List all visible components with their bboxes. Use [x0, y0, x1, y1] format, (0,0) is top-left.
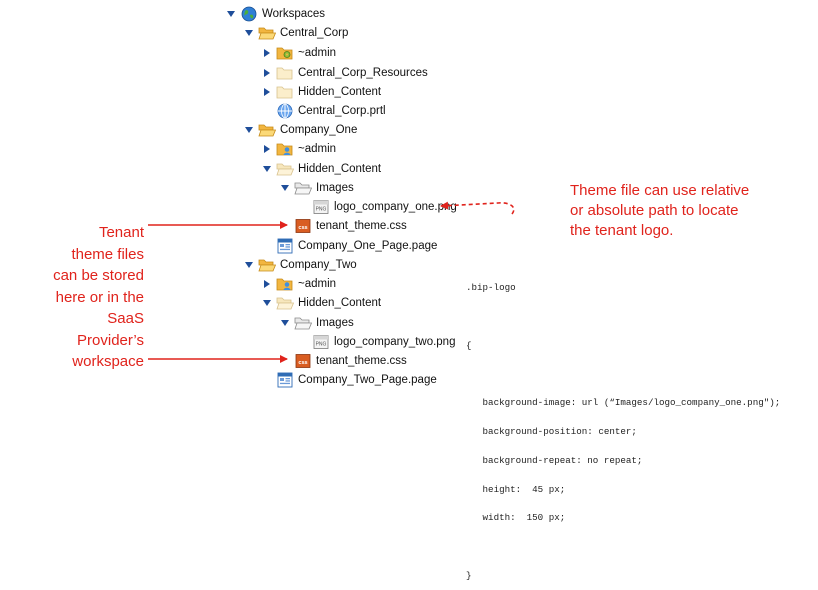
theme-path-note: Theme file can use relative or absolute … — [570, 182, 750, 239]
code-line: } — [466, 570, 472, 581]
code-line: ​ — [466, 542, 780, 552]
code-line: background-position: center; — [466, 426, 637, 438]
code-line: ​ — [466, 312, 780, 322]
code-line: .bip-logo — [466, 282, 516, 294]
css-code-snippet: .bip-logo ​ { ​ background-image: url (“… — [466, 264, 780, 590]
dashed-arrow-to-logo — [440, 201, 515, 215]
tenant-theme-note: Tenant theme files can be stored here or… — [53, 224, 144, 370]
code-line: background-image: url (“Images/logo_comp… — [466, 397, 781, 409]
code-line: background-repeat: no repeat; — [466, 454, 643, 466]
code-line: ​ — [466, 370, 780, 380]
code-line: height: 45 px; — [466, 483, 566, 495]
code-line: width: 150 px; — [466, 512, 566, 524]
code-line: { — [466, 339, 472, 351]
